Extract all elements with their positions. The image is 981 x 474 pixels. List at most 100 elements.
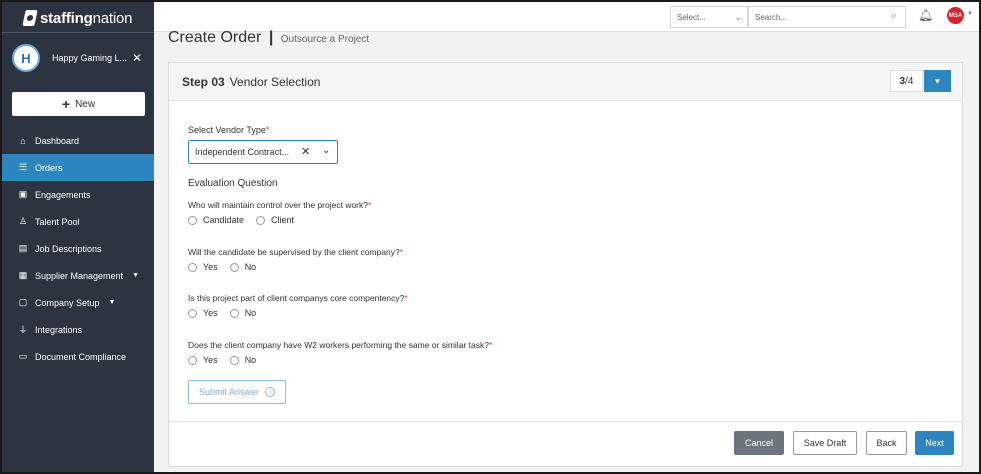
sidebar-item-label: Company Setup [35, 297, 100, 308]
folder-icon: ▭ [18, 351, 28, 361]
sidebar-item-label: Talent Pool [35, 216, 80, 227]
vendor-type-select[interactable]: Independent Contract... ✕ ⌄ [188, 140, 338, 164]
sidebar: staffingnation H Happy Gaming L... ✕ + N… [2, 2, 154, 472]
company-avatar: H [12, 44, 40, 72]
step-dropdown-button[interactable]: ▼ [924, 70, 951, 92]
chevron-down-icon: ⌄ [734, 12, 742, 22]
radio-button[interactable] [188, 262, 197, 272]
chevron-down-icon: ▼ [108, 299, 116, 306]
radio-yes[interactable]: Yes [188, 355, 218, 365]
sidebar-item-label: Dashboard [35, 135, 80, 146]
chevron-down-icon[interactable]: ⌄ [322, 145, 330, 156]
sidebar-divider [2, 32, 154, 33]
save-draft-button[interactable]: Save Draft [793, 431, 857, 455]
sidebar-item-company-setup[interactable]: ▢ Company Setup ▼ [2, 289, 154, 316]
radio-button[interactable] [188, 308, 197, 318]
chevron-down-icon: ▼ [132, 272, 139, 279]
order-form-card: Step 03 Vendor Selection 3/4 ▼ Select Ven… [168, 62, 963, 467]
building-icon: ▦ [18, 270, 28, 280]
caret-down-icon: ▼ [933, 76, 942, 86]
question-1: Who will maintain control over the proje… [188, 200, 372, 210]
person-icon: ♙ [18, 216, 28, 226]
sidebar-item-talent-pool[interactable]: ♙ Talent Pool [2, 208, 154, 235]
top-bar: Select... ⌄ Search... ⌕ 🔔︎ MSA ▼ [154, 2, 979, 32]
radio-no[interactable]: No [229, 308, 256, 318]
app-window: staffingnation H Happy Gaming L... ✕ + N… [0, 0, 981, 474]
new-button-label: New [75, 98, 96, 110]
submit-answer-label: Submit Answer [198, 387, 260, 397]
question-4-options: Yes No [188, 355, 256, 365]
chevron-down-icon[interactable]: ▼ [967, 11, 973, 17]
title-separator: | [268, 29, 274, 46]
plug-icon: ⏚ [18, 325, 28, 335]
sidebar-item-label: Document Compliance [35, 351, 127, 362]
step-total: /4 [905, 75, 914, 87]
logo-icon [22, 10, 38, 26]
submit-answer-button[interactable]: Submit Answer › [188, 380, 286, 404]
step-header: Step 03 Vendor Selection 3/4 ▼ [169, 63, 962, 101]
vendor-type-label: Select Vendor Type* [188, 125, 270, 135]
plus-icon: + [61, 96, 71, 112]
cancel-button[interactable]: Cancel [734, 431, 784, 455]
radio-no[interactable]: No [229, 262, 256, 272]
sidebar-item-label: Supplier Management [35, 270, 124, 281]
footer-divider [169, 421, 962, 422]
sidebar-item-label: Engagements [35, 189, 91, 200]
step-title: Step 03 Vendor Selection [182, 75, 320, 89]
radio-button[interactable] [229, 262, 239, 272]
new-button[interactable]: + New [12, 92, 145, 116]
sidebar-item-supplier-management[interactable]: ▦ Supplier Management ▼ [2, 262, 154, 289]
search-placeholder: Search... [755, 13, 788, 22]
search-input[interactable]: Search... ⌕ [748, 6, 906, 28]
company-name: Happy Gaming L... [52, 53, 128, 63]
brand-logo[interactable]: staffingnation [22, 7, 132, 29]
sidebar-item-label: Orders [35, 162, 63, 173]
global-select[interactable]: Select... ⌄ [670, 6, 748, 28]
back-button[interactable]: Back [866, 431, 907, 455]
radio-button[interactable] [229, 355, 239, 365]
step-counter: 3/4 [890, 70, 923, 92]
page-title-text: Create Order [168, 29, 262, 46]
arrow-right-circle-icon: › [265, 387, 276, 397]
vendor-type-value: Independent Contract... [195, 147, 290, 157]
next-button[interactable]: Next [915, 431, 954, 455]
sidebar-item-label: Job Descriptions [35, 243, 102, 254]
sidebar-item-label: Integrations [35, 324, 83, 335]
radio-client[interactable]: Client [256, 215, 294, 225]
radio-button[interactable] [188, 355, 197, 365]
global-select-value: Select... [677, 13, 706, 22]
radio-no[interactable]: No [229, 355, 256, 365]
radio-button[interactable] [188, 215, 197, 225]
sidebar-item-engagements[interactable]: ▣ Engagements [2, 181, 154, 208]
home-icon: ⌂ [20, 135, 26, 146]
question-4: Does the client company have W2 workers … [188, 340, 493, 350]
list-icon: ☰ [18, 162, 28, 172]
page-subtitle: Outsource a Project [280, 34, 370, 45]
page-title: Create Order | Outsource a Project [168, 29, 369, 47]
company-switcher[interactable]: H Happy Gaming L... ✕ [12, 42, 148, 74]
radio-yes[interactable]: Yes [188, 262, 218, 272]
sidebar-item-dashboard[interactable]: ⌂ Dashboard [2, 127, 154, 154]
sidebar-nav: ⌂ Dashboard ☰ Orders ▣ Engagements ♙ Tal… [2, 127, 154, 370]
radio-yes[interactable]: Yes [188, 308, 218, 318]
question-3-options: Yes No [188, 308, 256, 318]
step-number: Step 03 [182, 75, 225, 89]
radio-button[interactable] [229, 308, 239, 318]
clear-icon[interactable]: ✕ [301, 145, 310, 158]
sidebar-item-job-descriptions[interactable]: ▤ Job Descriptions [2, 235, 154, 262]
window-icon: ▢ [18, 297, 28, 307]
sidebar-item-orders[interactable]: ☰ Orders [2, 154, 154, 181]
radio-candidate[interactable]: Candidate [188, 215, 244, 225]
step-name: Vendor Selection [229, 75, 321, 89]
evaluation-heading: Evaluation Question [188, 178, 278, 189]
question-1-options: Candidate Client [188, 215, 294, 225]
question-2-options: Yes No [188, 262, 256, 272]
sidebar-item-integrations[interactable]: ⏚ Integrations [2, 316, 154, 343]
question-3: Is this project part of client companys … [188, 293, 408, 303]
bell-icon[interactable]: 🔔︎ [918, 8, 933, 22]
avatar[interactable]: MSA [947, 7, 964, 24]
search-icon[interactable]: ⌕ [891, 10, 897, 23]
close-icon[interactable]: ✕ [132, 51, 142, 65]
sidebar-item-document-compliance[interactable]: ▭ Document Compliance [2, 343, 154, 370]
radio-button[interactable] [256, 215, 266, 225]
